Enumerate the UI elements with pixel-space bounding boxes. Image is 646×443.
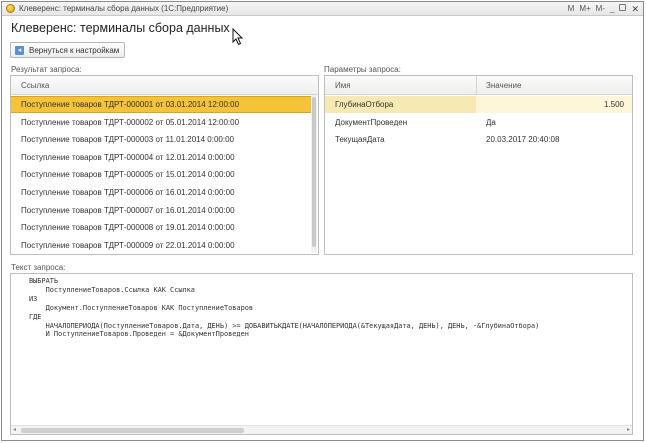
- maximize-icon[interactable]: [619, 3, 627, 15]
- query-editor[interactable]: ВЫБРАТЬ ПоступлениеТоваров.Ссылка КАК Сс…: [10, 273, 633, 435]
- query-horizontal-scrollbar[interactable]: ◂ ▸: [11, 425, 632, 434]
- result-ref-cell: Поступление товаров ТДРТ-000009 от 22.01…: [21, 240, 235, 250]
- result-ref-cell: Поступление товаров ТДРТ-000003 от 11.01…: [21, 135, 234, 145]
- column-header-value[interactable]: Значение: [486, 81, 521, 90]
- arrow-left-icon: ◂: [15, 45, 24, 55]
- table-row[interactable]: Поступление товаров ТДРТ-000007 от 16.01…: [11, 202, 311, 219]
- param-name-cell: ТекущаяДата: [335, 135, 385, 145]
- table-row[interactable]: Поступление товаров ТДРТ-000002 от 05.01…: [11, 114, 311, 131]
- title-bar-controls: M M+ M- _ ✕: [568, 3, 639, 15]
- param-name-cell: ГлубинаОтбора: [325, 96, 476, 113]
- result-ref-cell: Поступление товаров ТДРТ-000008 от 19.01…: [21, 223, 235, 233]
- param-value-cell[interactable]: Да: [476, 114, 632, 131]
- close-icon[interactable]: ✕: [631, 3, 639, 15]
- title-bar: Клеверенс: терминалы сбора данных (1С:Пр…: [2, 2, 643, 16]
- table-row[interactable]: Поступление товаров ТДРТ-000001 от 03.01…: [11, 96, 311, 113]
- column-header-name[interactable]: Имя: [335, 81, 351, 90]
- column-header-ref[interactable]: Ссылка: [21, 81, 49, 90]
- result-ref-cell: Поступление товаров ТДРТ-000006 от 16.01…: [21, 188, 235, 197]
- table-row[interactable]: ТекущаяДата 20.03.2017 20:40:08: [325, 131, 632, 148]
- result-ref-cell: Поступление товаров ТДРТ-000005 от 15.01…: [21, 170, 235, 180]
- table-row[interactable]: Поступление товаров ТДРТ-000009 от 22.01…: [11, 237, 311, 254]
- page-title: Клеверенс: терминалы сбора данных: [11, 21, 230, 35]
- mouse-cursor-icon: [232, 28, 244, 46]
- table-row[interactable]: Поступление товаров ТДРТ-000006 от 16.01…: [11, 184, 311, 201]
- params-grid-header: Имя Значение: [325, 76, 632, 95]
- params-grid[interactable]: Имя Значение ГлубинаОтбора 1.500 ДокументП…: [324, 75, 633, 255]
- param-value-cell[interactable]: 1.500: [476, 96, 632, 113]
- result-ref-cell: Поступление товаров ТДРТ-000001 от 03.01…: [21, 100, 240, 109]
- query-scrollbar-thumb[interactable]: [21, 428, 244, 433]
- scroll-left-icon[interactable]: ◂: [13, 427, 16, 434]
- memory-add-button[interactable]: M+: [579, 3, 590, 15]
- result-ref-cell: Поступление товаров ТДРТ-000002 от 05.01…: [21, 117, 240, 127]
- results-scrollbar[interactable]: [311, 95, 317, 252]
- table-row[interactable]: Поступление товаров ТДРТ-000005 от 15.01…: [11, 166, 311, 183]
- param-value-cell[interactable]: 20.03.2017 20:40:08: [476, 131, 632, 148]
- table-row[interactable]: Поступление товаров ТДРТ-000003 от 11.01…: [11, 131, 311, 148]
- result-ref-cell: Поступление товаров ТДРТ-000007 от 16.01…: [21, 205, 235, 215]
- params-label: Параметры запроса:: [324, 65, 401, 74]
- results-grid-header: Ссылка: [11, 76, 318, 95]
- table-row[interactable]: Поступление товаров ТДРТ-000004 от 12.01…: [11, 149, 311, 166]
- back-button-label: Вернуться к настройкам: [29, 45, 120, 55]
- back-to-settings-button[interactable]: ◂ Вернуться к настройкам: [10, 42, 125, 58]
- table-row[interactable]: ДокументПроведен Да: [325, 114, 632, 131]
- results-label: Результат запроса:: [11, 65, 82, 74]
- results-scrollbar-thumb[interactable]: [312, 97, 316, 247]
- scroll-right-icon[interactable]: ▸: [627, 427, 630, 434]
- table-row[interactable]: Поступление товаров ТДРТ-000008 от 19.01…: [11, 219, 311, 236]
- app-window: Клеверенс: терминалы сбора данных (1С:Пр…: [1, 1, 644, 441]
- result-ref-cell: Поступление товаров ТДРТ-000004 от 12.01…: [21, 152, 235, 162]
- param-name-cell: ДокументПроведен: [335, 117, 408, 127]
- memory-button[interactable]: M: [568, 3, 575, 15]
- minimize-icon[interactable]: _: [610, 3, 614, 15]
- query-label: Текст запроса:: [11, 263, 66, 272]
- table-row[interactable]: ГлубинаОтбора 1.500: [325, 96, 632, 113]
- app-logo-icon: [6, 4, 15, 13]
- memory-subtract-button[interactable]: M-: [596, 3, 605, 15]
- results-grid[interactable]: Ссылка Поступление товаров ТДРТ-000001 о…: [10, 75, 319, 255]
- query-text[interactable]: ВЫБРАТЬ ПоступлениеТоваров.Ссылка КАК Сс…: [11, 274, 632, 424]
- window-title: Клеверенс: терминалы сбора данных (1С:Пр…: [19, 4, 229, 13]
